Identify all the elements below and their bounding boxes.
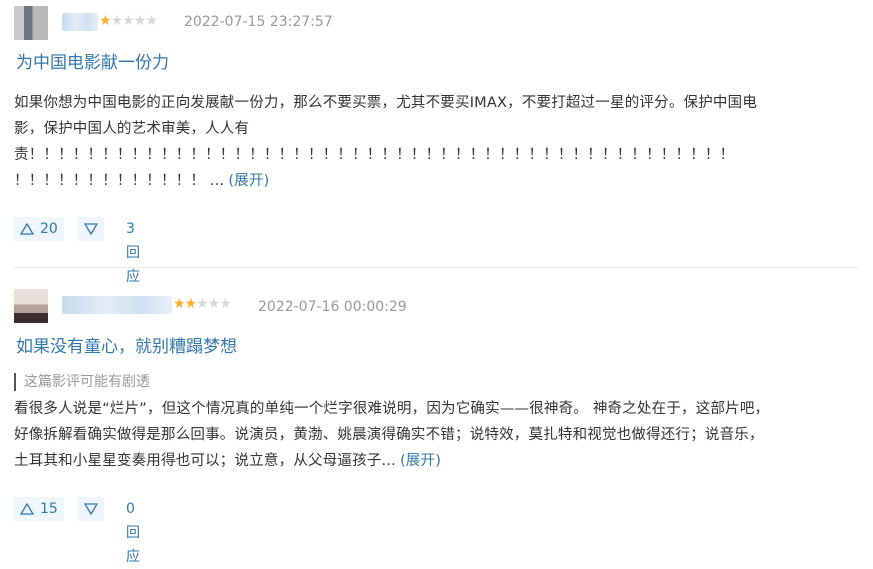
- triangle-up-icon: [20, 223, 34, 235]
- body-line: ！！！！！！！！！！！！！: [14, 173, 206, 189]
- upvote-button[interactable]: 20: [14, 217, 64, 241]
- divider: [14, 267, 859, 268]
- rating-stars: ★★★★★: [99, 13, 158, 29]
- avatar[interactable]: [14, 289, 48, 323]
- expand-link[interactable]: (展开): [400, 453, 441, 469]
- rating-stars: ★★★★★: [173, 296, 232, 312]
- username[interactable]: [62, 13, 98, 31]
- review-title[interactable]: 如果没有童心，就别糟蹋梦想: [16, 336, 237, 358]
- body-line: 看很多人说是“烂片”，但这个情况真的单纯一个烂字很难说明，因为它确实——很神奇。…: [14, 401, 770, 417]
- star-filled-icon: ★★: [173, 296, 197, 312]
- star-filled-icon: ★: [99, 13, 112, 29]
- upvote-count: 15: [40, 501, 58, 517]
- body-line: 责！！！！！！！！！！！！！！！！！！！！！！！！！！！！！！！！！！！！！！！…: [14, 147, 735, 163]
- body-line: 影，保护中国人的艺术审美，人人有: [14, 121, 250, 137]
- reply-link[interactable]: 3回应: [126, 217, 140, 289]
- star-empty-icon: ★★★★: [110, 13, 158, 29]
- star-empty-icon: ★★★: [196, 296, 232, 312]
- downvote-button[interactable]: [78, 497, 104, 521]
- body-line: 土耳其和小星星变奏用得也可以；说立意，从父母逼孩子...: [14, 453, 396, 469]
- downvote-button[interactable]: [78, 217, 104, 241]
- username[interactable]: [62, 296, 172, 314]
- triangle-down-icon: [84, 503, 98, 515]
- review-date: 2022-07-15 23:27:57: [184, 14, 333, 30]
- reply-link[interactable]: 0回应: [126, 497, 140, 569]
- avatar[interactable]: [14, 6, 48, 40]
- triangle-down-icon: [84, 223, 98, 235]
- body-line: 好像拆解看确实做得是那么回事。说演员，黄渤、姚晨演得确实不错；说特效，莫扎特和视…: [14, 427, 764, 443]
- expand-link[interactable]: (展开): [228, 173, 269, 189]
- review-date: 2022-07-16 00:00:29: [258, 299, 407, 315]
- body-line: 如果你想为中国电影的正向发展献一份力，那么不要买票，尤其不要买IMAX，不要打超…: [14, 95, 758, 111]
- review-body: 如果你想为中国电影的正向发展献一份力，那么不要买票，尤其不要买IMAX，不要打超…: [14, 90, 839, 194]
- body-line-last: ！！！！！！！！！！！！！ ... (展开): [14, 168, 839, 194]
- upvote-count: 20: [40, 221, 58, 237]
- ellipsis: ...: [209, 173, 225, 189]
- triangle-up-icon: [20, 503, 34, 515]
- review-title[interactable]: 为中国电影献一份力: [16, 52, 169, 74]
- body-line-last: 土耳其和小星星变奏用得也可以；说立意，从父母逼孩子... (展开): [14, 448, 839, 474]
- spoiler-notice: 这篇影评可能有剧透: [14, 373, 150, 391]
- upvote-button[interactable]: 15: [14, 497, 64, 521]
- review-body: 看很多人说是“烂片”，但这个情况真的单纯一个烂字很难说明，因为它确实——很神奇。…: [14, 396, 839, 474]
